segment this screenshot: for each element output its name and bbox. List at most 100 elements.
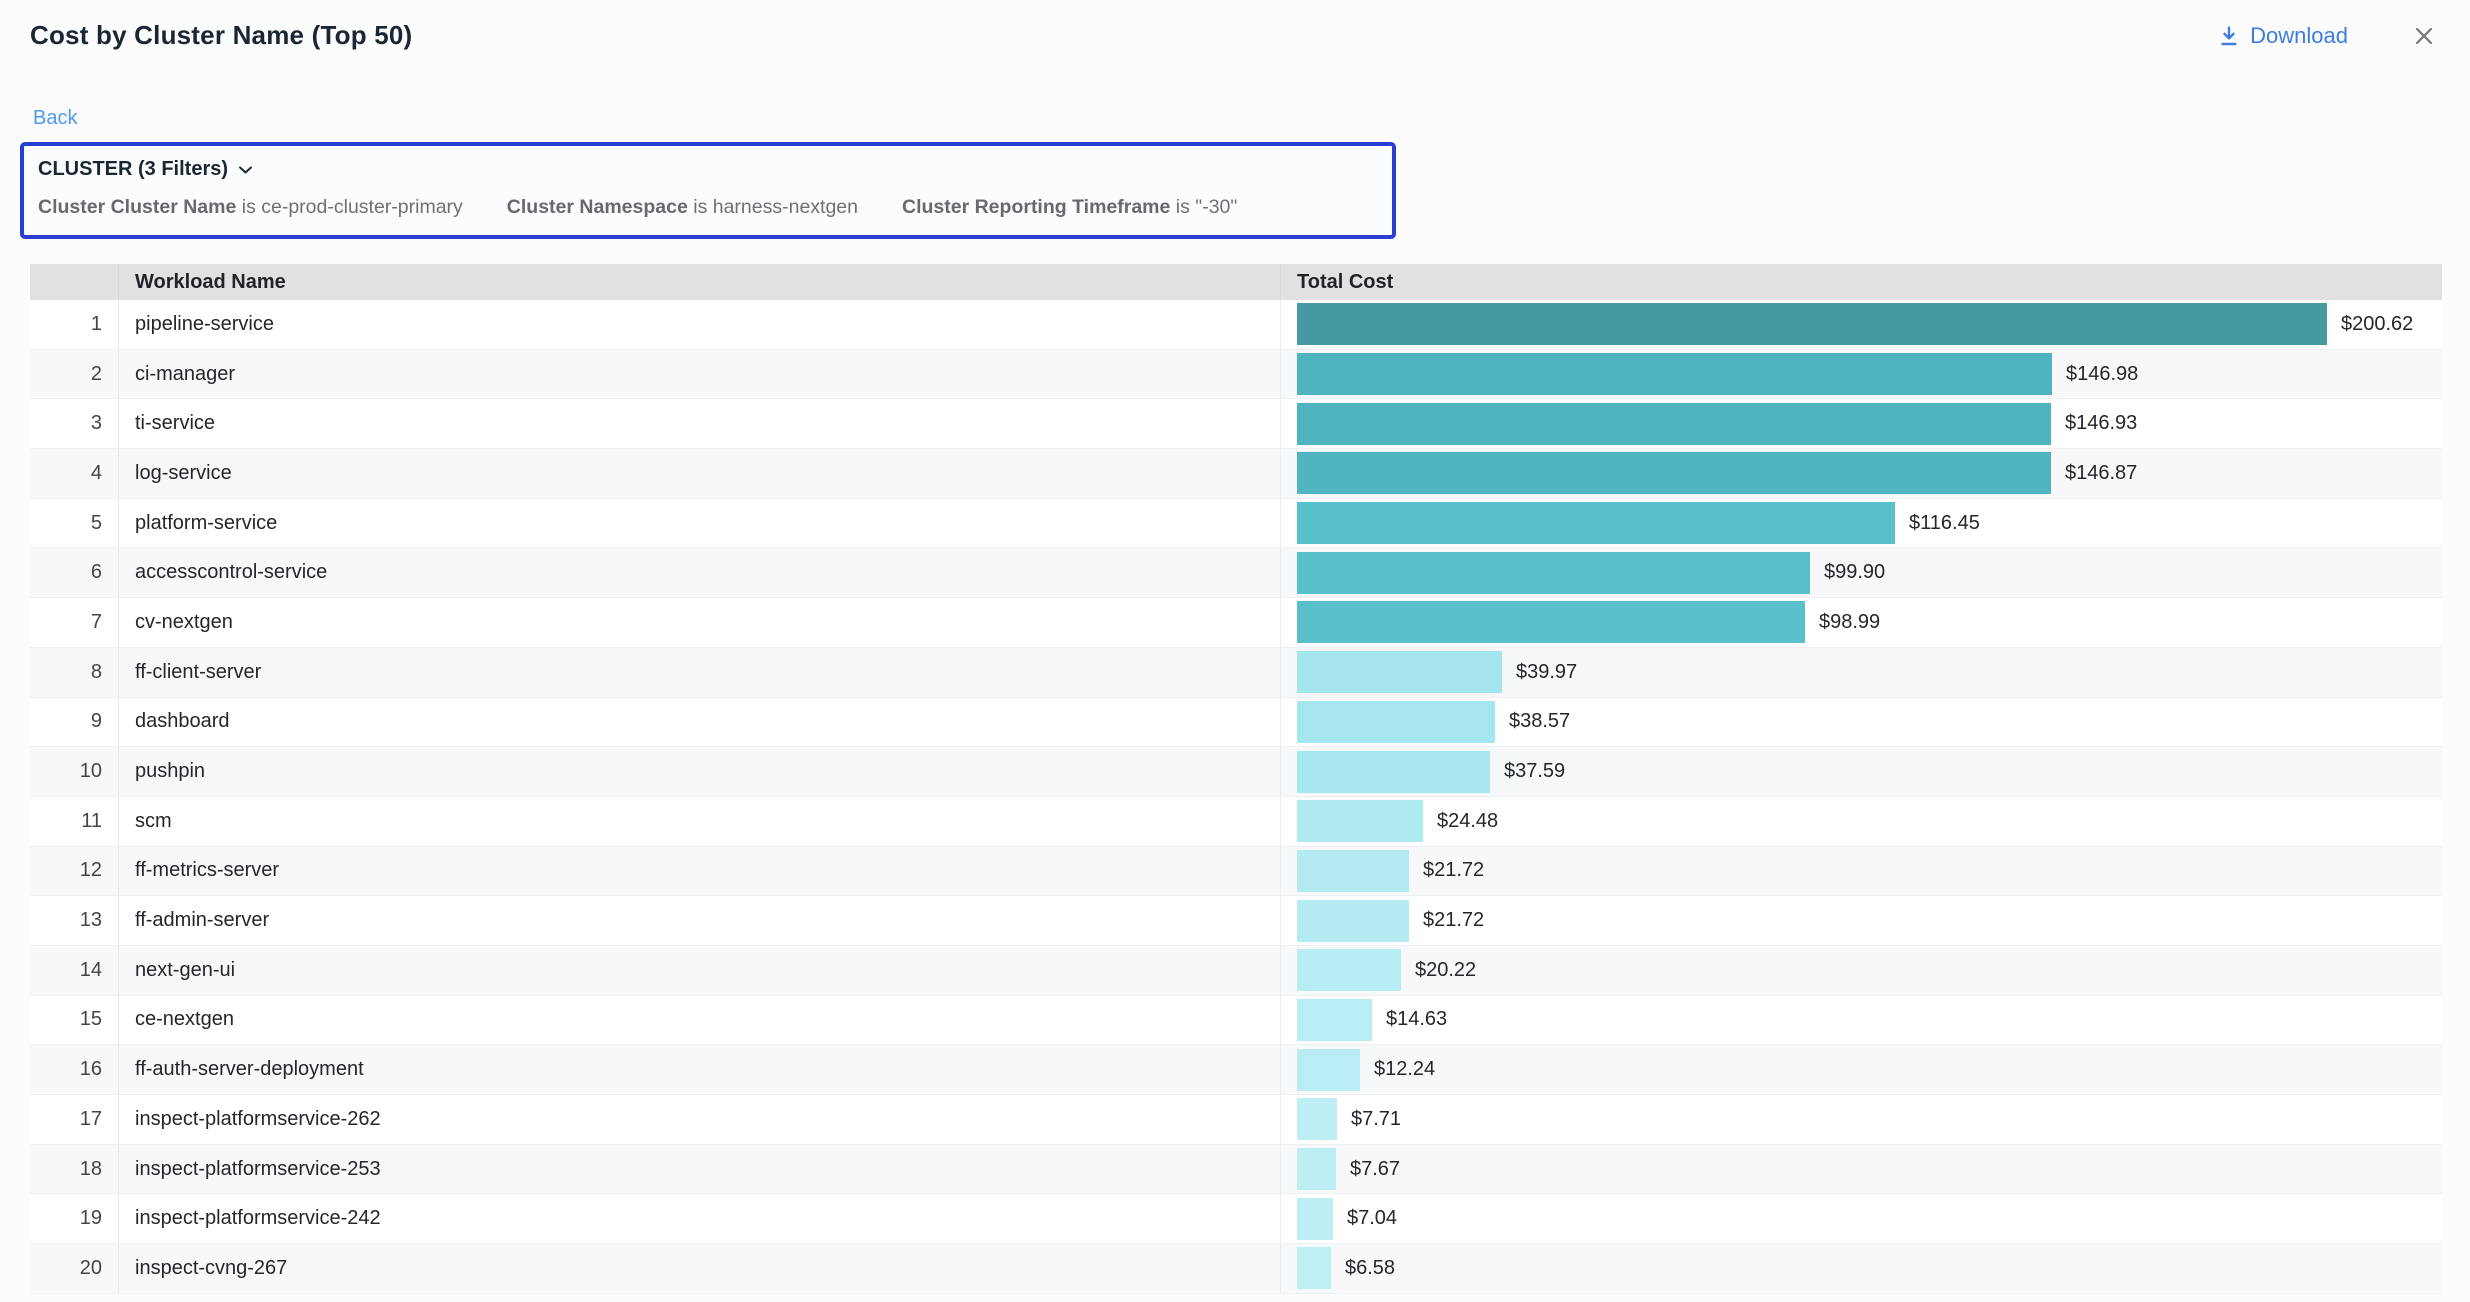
cost-bar [1297,701,1495,743]
cost-bar [1297,900,1409,942]
cost-bar [1297,303,2327,345]
cost-bar [1297,1049,1360,1091]
row-workload-name: ff-client-server [118,648,1280,697]
row-cost-cell: $38.57 [1280,698,2442,747]
filter-group-label: CLUSTER (3 Filters) [38,158,228,181]
cost-value-label: $200.62 [2341,313,2413,336]
cost-value-label: $146.93 [2065,412,2137,435]
table-header-row: Workload Name Total Cost [30,264,2442,300]
row-cost-cell: $21.72 [1280,847,2442,896]
row-rank: 7 [30,611,118,634]
filter-condition: is "-30" [1176,196,1238,218]
filter-item[interactable]: Cluster Cluster Name is ce-prod-cluster-… [38,196,463,219]
download-button[interactable]: Download [2218,23,2348,49]
cost-bar [1297,353,2052,395]
cost-value-label: $146.98 [2066,363,2138,386]
table-row[interactable]: 7 cv-nextgen $98.99 [30,598,2442,648]
row-workload-name: dashboard [118,698,1280,747]
table-row[interactable]: 20 inspect-cvng-267 $6.58 [30,1244,2442,1294]
cost-table: Workload Name Total Cost 1 pipeline-serv… [30,264,2442,1294]
cost-value-label: $37.59 [1504,760,1565,783]
table-row[interactable]: 18 inspect-platformservice-253 $7.67 [30,1145,2442,1195]
row-cost-cell: $39.97 [1280,648,2442,697]
table-row[interactable]: 11 scm $24.48 [30,797,2442,847]
close-button[interactable] [2412,24,2436,48]
row-rank: 8 [30,661,118,684]
table-row[interactable]: 15 ce-nextgen $14.63 [30,996,2442,1046]
filter-field: Cluster Reporting Timeframe [902,196,1170,218]
table-row[interactable]: 3 ti-service $146.93 [30,399,2442,449]
cost-bar [1297,1198,1333,1240]
cost-value-label: $38.57 [1509,710,1570,733]
download-label: Download [2250,23,2348,49]
table-row[interactable]: 9 dashboard $38.57 [30,698,2442,748]
row-rank: 5 [30,512,118,535]
cost-bar [1297,751,1490,793]
row-cost-cell: $20.22 [1280,946,2442,995]
cost-value-label: $21.72 [1423,909,1484,932]
cost-value-label: $12.24 [1374,1058,1435,1081]
row-cost-cell: $116.45 [1280,499,2442,548]
cost-bar [1297,502,1895,544]
row-rank: 9 [30,710,118,733]
row-cost-cell: $99.90 [1280,548,2442,597]
cost-bar [1297,651,1502,693]
cost-value-label: $14.63 [1386,1008,1447,1031]
row-cost-cell: $37.59 [1280,747,2442,796]
cost-value-label: $99.90 [1824,561,1885,584]
row-rank: 6 [30,561,118,584]
row-workload-name: pipeline-service [118,300,1280,349]
cost-bar [1297,403,2051,445]
row-workload-name: ff-auth-server-deployment [118,1045,1280,1094]
table-row[interactable]: 1 pipeline-service $200.62 [30,300,2442,350]
table-row[interactable]: 8 ff-client-server $39.97 [30,648,2442,698]
row-rank: 1 [30,313,118,336]
row-rank: 16 [30,1058,118,1081]
table-row[interactable]: 19 inspect-platformservice-242 $7.04 [30,1194,2442,1244]
filter-values-row: Cluster Cluster Name is ce-prod-cluster-… [38,196,1378,219]
table-row[interactable]: 13 ff-admin-server $21.72 [30,896,2442,946]
cost-value-label: $116.45 [1909,512,1980,535]
table-body: 1 pipeline-service $200.62 2 ci-manager … [30,300,2442,1294]
back-link[interactable]: Back [33,107,77,130]
row-workload-name: inspect-platformservice-262 [118,1095,1280,1144]
cost-value-label: $20.22 [1415,959,1476,982]
table-row[interactable]: 17 inspect-platformservice-262 $7.71 [30,1095,2442,1145]
row-workload-name: accesscontrol-service [118,548,1280,597]
row-cost-cell: $6.58 [1280,1244,2442,1293]
cost-bar [1297,949,1401,991]
row-workload-name: log-service [118,449,1280,498]
filter-condition: is ce-prod-cluster-primary [242,196,463,218]
row-cost-cell: $98.99 [1280,598,2442,647]
table-row[interactable]: 5 platform-service $116.45 [30,499,2442,549]
row-workload-name: pushpin [118,747,1280,796]
filter-group-toggle[interactable]: CLUSTER (3 Filters) [38,158,1378,181]
cost-bar [1297,1148,1336,1190]
row-cost-cell: $21.72 [1280,896,2442,945]
filter-item[interactable]: Cluster Reporting Timeframe is "-30" [902,196,1237,219]
row-workload-name: platform-service [118,499,1280,548]
table-row[interactable]: 2 ci-manager $146.98 [30,350,2442,400]
row-rank: 10 [30,760,118,783]
row-cost-cell: $7.67 [1280,1145,2442,1194]
table-row[interactable]: 10 pushpin $37.59 [30,747,2442,797]
cost-bar [1297,601,1805,643]
row-workload-name: next-gen-ui [118,946,1280,995]
row-rank: 11 [30,810,118,833]
row-rank: 12 [30,859,118,882]
table-row[interactable]: 6 accesscontrol-service $99.90 [30,548,2442,598]
table-row[interactable]: 14 next-gen-ui $20.22 [30,946,2442,996]
cost-bar [1297,552,1810,594]
row-workload-name: ff-metrics-server [118,847,1280,896]
row-rank: 15 [30,1008,118,1031]
table-row[interactable]: 12 ff-metrics-server $21.72 [30,847,2442,897]
table-row[interactable]: 4 log-service $146.87 [30,449,2442,499]
filter-field: Cluster Cluster Name [38,196,236,218]
cost-bar [1297,800,1423,842]
filter-item[interactable]: Cluster Namespace is harness-nextgen [507,196,858,219]
cost-value-label: $146.87 [2065,462,2137,485]
cost-bar [1297,1098,1337,1140]
row-workload-name: cv-nextgen [118,598,1280,647]
table-row[interactable]: 16 ff-auth-server-deployment $12.24 [30,1045,2442,1095]
cost-value-label: $7.67 [1350,1158,1400,1181]
